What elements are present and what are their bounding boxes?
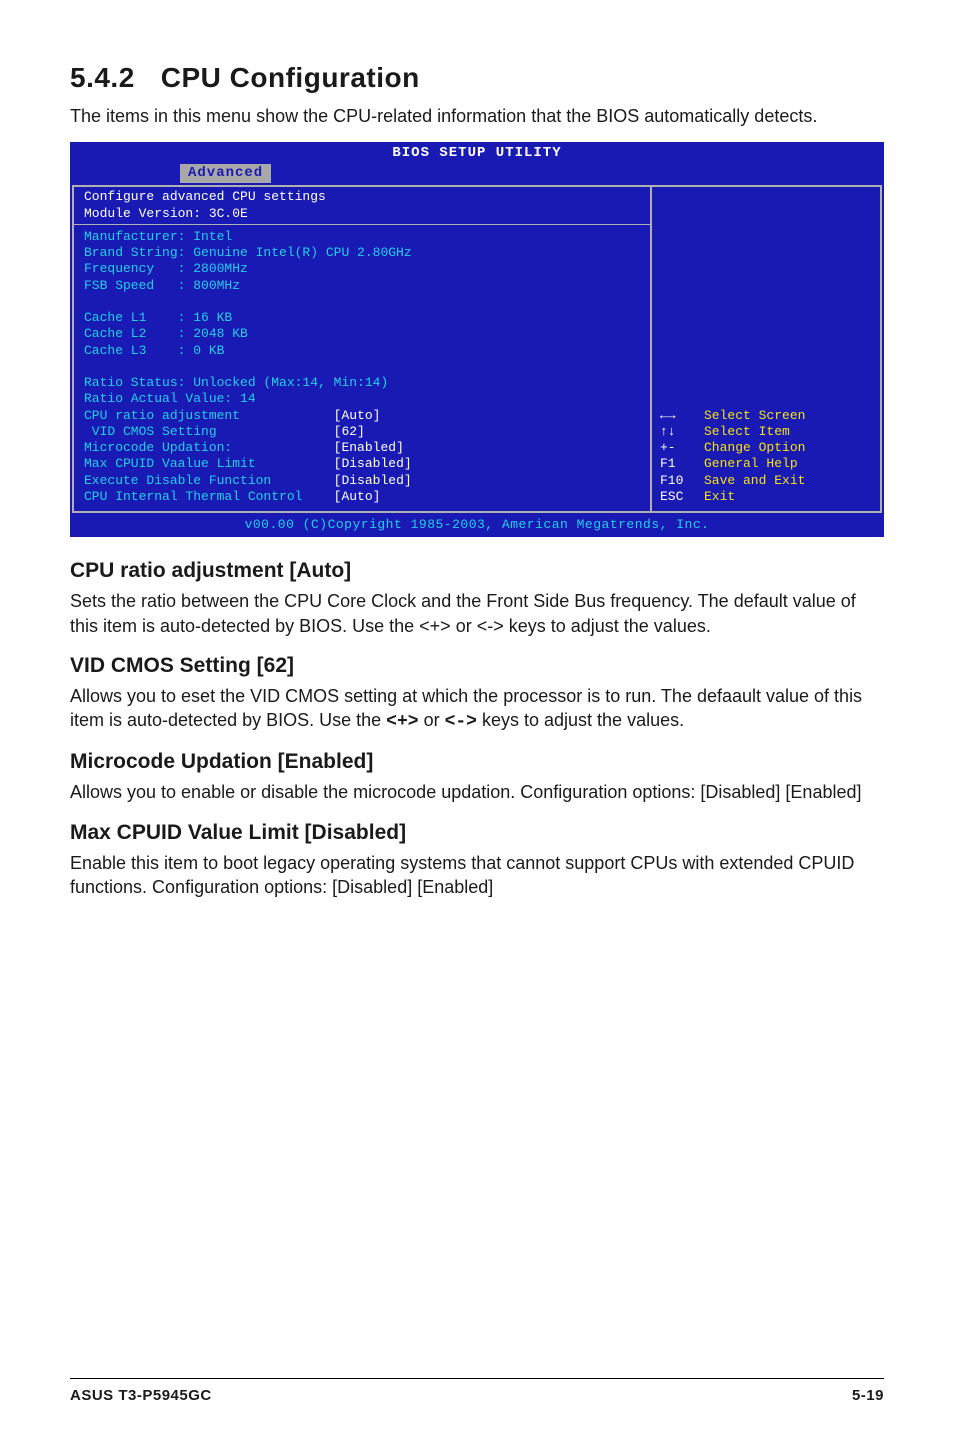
- bios-option-value: [Auto]: [334, 408, 381, 423]
- bios-option-row[interactable]: CPU ratio adjustment [Auto]: [84, 408, 640, 424]
- body-vid-cmos: Allows you to eset the VID CMOS setting …: [70, 684, 884, 735]
- bios-config-line2: Module Version: 3C.0E: [84, 206, 640, 222]
- bios-help-row: F1General Help: [660, 456, 805, 472]
- bios-screenshot: BIOS SETUP UTILITY Advanced Configure ad…: [70, 142, 884, 537]
- bios-help-text: Select Item: [704, 424, 790, 439]
- bios-help-key: F10: [660, 473, 704, 489]
- key-minus: <->: [445, 712, 477, 732]
- bios-body: Configure advanced CPU settings Module V…: [70, 183, 884, 515]
- bios-option-row[interactable]: Max CPUID Vaalue Limit [Disabled]: [84, 456, 640, 472]
- bios-help-block: ←→Select Screen ↑↓Select Item +-Change O…: [660, 408, 805, 506]
- bios-info-cache-l1: Cache L1 : 16 KB: [84, 310, 640, 326]
- bios-left-pane: Configure advanced CPU settings Module V…: [72, 185, 652, 513]
- bios-help-key: ESC: [660, 489, 704, 505]
- bios-help-key: ↑↓: [660, 424, 704, 440]
- subhead-microcode: Microcode Updation [Enabled]: [70, 750, 884, 774]
- bios-info-fsb: FSB Speed : 800MHz: [84, 278, 640, 294]
- bios-tabbar: Advanced: [70, 164, 884, 184]
- bios-tab-advanced[interactable]: Advanced: [180, 164, 271, 184]
- bios-option-row[interactable]: CPU Internal Thermal Control [Auto]: [84, 489, 640, 505]
- bios-help-row: +-Change Option: [660, 440, 805, 456]
- bios-option-value: [Auto]: [334, 489, 381, 504]
- bios-info-frequency: Frequency : 2800MHz: [84, 261, 640, 277]
- bios-option-value: [Enabled]: [334, 440, 404, 455]
- footer-product: ASUS T3-P5945GC: [70, 1387, 212, 1404]
- bios-right-pane: ←→Select Screen ↑↓Select Item +-Change O…: [652, 185, 882, 513]
- section-title-text: CPU Configuration: [161, 62, 420, 93]
- bios-help-key: ←→: [660, 408, 704, 424]
- section-number: 5.4.2: [70, 62, 135, 93]
- bios-option-value: [Disabled]: [334, 456, 412, 471]
- bios-header: BIOS SETUP UTILITY Advanced: [70, 142, 884, 183]
- bios-pad: [217, 424, 334, 439]
- bios-option-label: Max CPUID Vaalue Limit: [84, 456, 256, 471]
- bios-pad: [240, 408, 334, 423]
- bios-pad: [302, 489, 333, 504]
- bios-help-text: Select Screen: [704, 408, 805, 423]
- bios-help-row: ←→Select Screen: [660, 408, 805, 424]
- bios-help-text: Exit: [704, 489, 735, 504]
- bios-info-ratio-actual: Ratio Actual Value: 14: [84, 391, 640, 407]
- text-part: or: [419, 710, 445, 730]
- bios-help-key: F1: [660, 456, 704, 472]
- bios-divider: [74, 224, 650, 225]
- bios-option-label: CPU Internal Thermal Control: [84, 489, 302, 504]
- key-plus: <+>: [386, 712, 418, 732]
- body-microcode: Allows you to enable or disable the micr…: [70, 780, 884, 804]
- section-heading: 5.4.2 CPU Configuration: [70, 62, 884, 94]
- bios-option-value: [62]: [334, 424, 365, 439]
- bios-help-row: F10Save and Exit: [660, 473, 805, 489]
- bios-option-label: CPU ratio adjustment: [84, 408, 240, 423]
- subhead-vid-cmos: VID CMOS Setting [62]: [70, 654, 884, 678]
- bios-help-row: ↑↓Select Item: [660, 424, 805, 440]
- bios-option-label: Microcode Updation:: [84, 440, 232, 455]
- bios-blank: [84, 359, 640, 375]
- bios-option-row[interactable]: Microcode Updation: [Enabled]: [84, 440, 640, 456]
- body-max-cpuid: Enable this item to boot legacy operatin…: [70, 851, 884, 900]
- footer-page-number: 5-19: [852, 1387, 884, 1404]
- text-part: keys to adjust the values.: [477, 710, 684, 730]
- bios-info-ratio-status: Ratio Status: Unlocked (Max:14, Min:14): [84, 375, 640, 391]
- section-intro: The items in this menu show the CPU-rela…: [70, 104, 884, 128]
- bios-option-row[interactable]: VID CMOS Setting [62]: [84, 424, 640, 440]
- bios-help-text: Save and Exit: [704, 473, 805, 488]
- bios-info-manufacturer: Manufacturer: Intel: [84, 229, 640, 245]
- bios-help-key: +-: [660, 440, 704, 456]
- bios-footer: v00.00 (C)Copyright 1985-2003, American …: [70, 515, 884, 537]
- bios-pad: [271, 473, 333, 488]
- bios-help-text: General Help: [704, 456, 798, 471]
- bios-info-brand: Brand String: Genuine Intel(R) CPU 2.80G…: [84, 245, 640, 261]
- bios-option-label: VID CMOS Setting: [84, 424, 217, 439]
- bios-help-text: Change Option: [704, 440, 805, 455]
- bios-option-label: Execute Disable Function: [84, 473, 271, 488]
- bios-info-cache-l3: Cache L3 : 0 KB: [84, 343, 640, 359]
- bios-option-value: [Disabled]: [334, 473, 412, 488]
- page-footer: ASUS T3-P5945GC 5-19: [70, 1378, 884, 1404]
- bios-pad: [256, 456, 334, 471]
- bios-title: BIOS SETUP UTILITY: [70, 144, 884, 164]
- bios-info-cache-l2: Cache L2 : 2048 KB: [84, 326, 640, 342]
- bios-config-line1: Configure advanced CPU settings: [84, 189, 640, 205]
- subhead-cpu-ratio: CPU ratio adjustment [Auto]: [70, 559, 884, 583]
- bios-pad: [232, 440, 333, 455]
- bios-help-row: ESCExit: [660, 489, 805, 505]
- bios-blank: [84, 294, 640, 310]
- body-cpu-ratio: Sets the ratio between the CPU Core Cloc…: [70, 589, 884, 638]
- subhead-max-cpuid: Max CPUID Value Limit [Disabled]: [70, 821, 884, 845]
- bios-option-row[interactable]: Execute Disable Function [Disabled]: [84, 473, 640, 489]
